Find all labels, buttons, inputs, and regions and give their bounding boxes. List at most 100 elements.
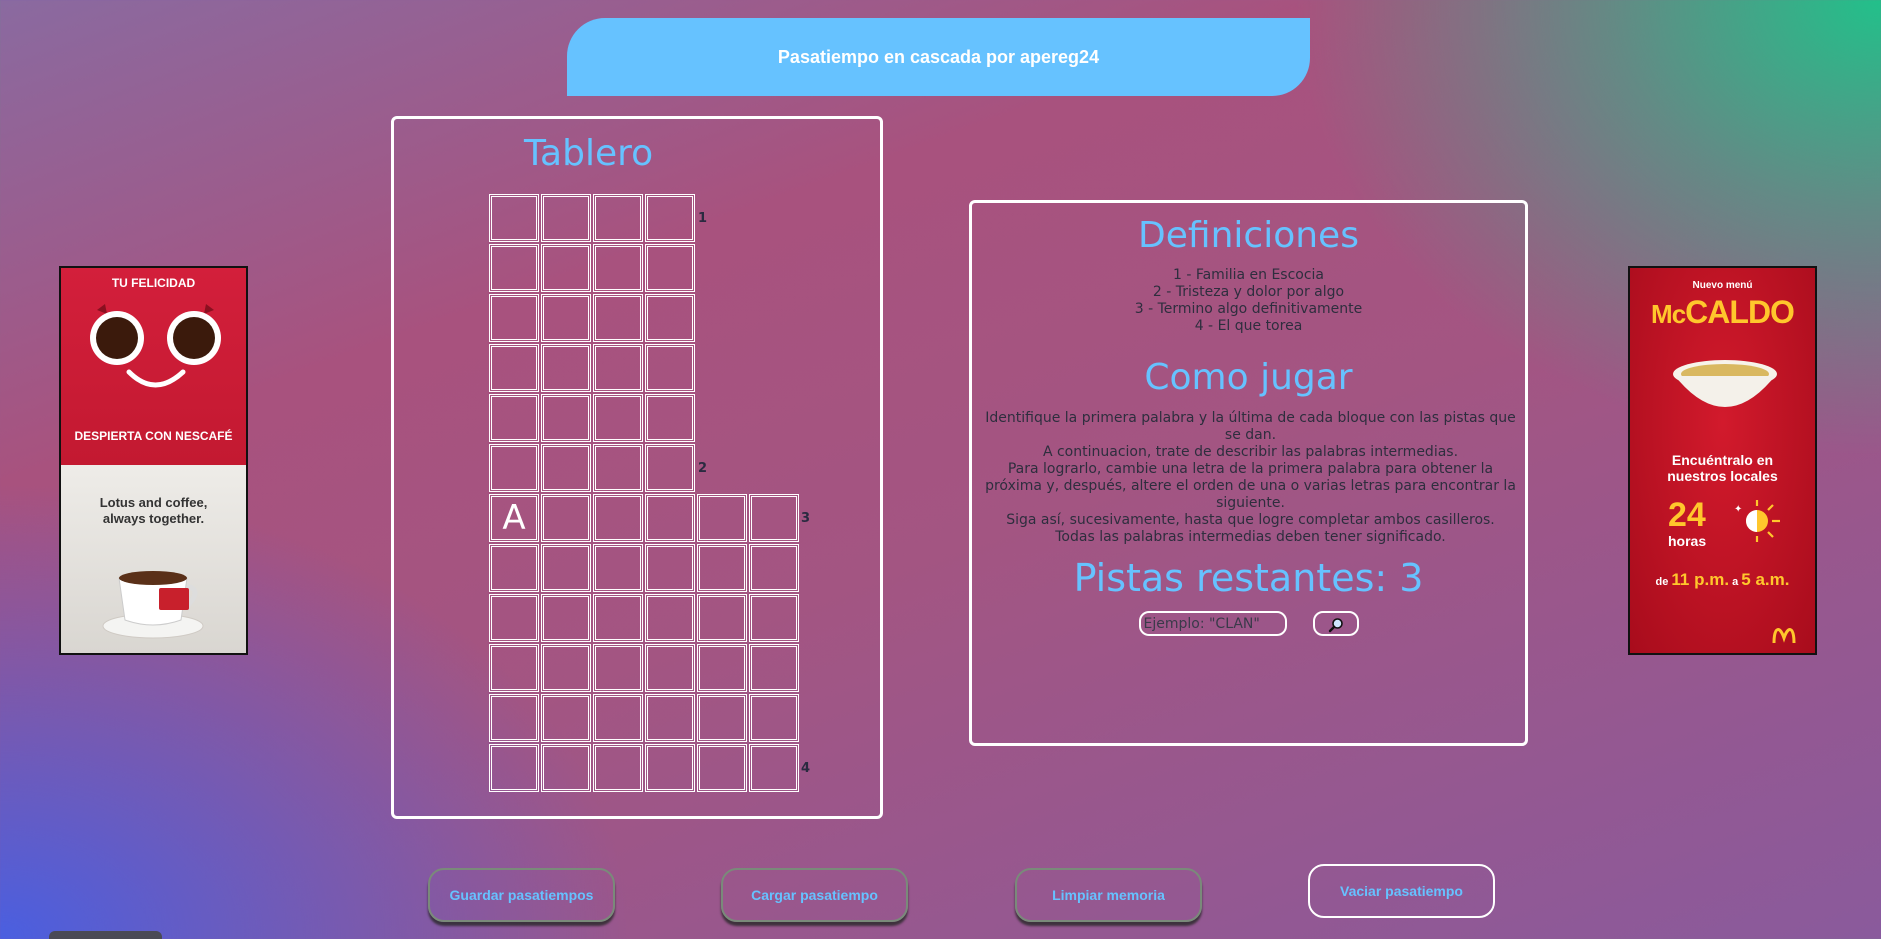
board-cell[interactable] [645,344,695,392]
ad-time-start: 11 p.m. [1671,570,1730,589]
hints-remaining: Pistas restantes: 3 [1073,556,1424,600]
board-cell[interactable] [593,444,643,492]
board-cell[interactable] [593,594,643,642]
board-cell[interactable] [645,194,695,242]
board-cell[interactable] [541,544,591,592]
coffee-cup-icon [102,571,204,639]
board-cell[interactable] [645,394,695,442]
board-cell[interactable] [593,544,643,592]
clear-memory-button[interactable]: Limpiar memoria [1015,868,1202,922]
board-cell[interactable] [489,294,539,342]
ad-brand: McCALDO [1630,294,1815,331]
definition-item: 3 - Termino algo definitivamente [1134,301,1363,317]
row-number-2: 2 [698,461,708,476]
board-cell[interactable] [541,294,591,342]
board-cell[interactable] [645,644,695,692]
board-cell[interactable] [749,494,799,542]
board-cell[interactable] [697,694,747,742]
row-number-3: 3 [801,511,811,526]
board-cell[interactable] [489,544,539,592]
row-number-4: 4 [801,761,811,776]
board-cell[interactable] [645,444,695,492]
board-cell[interactable] [489,594,539,642]
board-cell[interactable] [541,644,591,692]
board-cell[interactable] [749,744,799,792]
board-cell[interactable] [593,744,643,792]
board-cell[interactable] [593,344,643,392]
board-cell[interactable]: A [489,494,539,542]
instruction-line: Para lograrlo, cambie una letra de la pr… [985,461,1516,511]
board-cell[interactable] [541,744,591,792]
board-cell[interactable] [697,744,747,792]
bottom-tab-handle[interactable] [49,931,162,939]
coffee-smiley-icon [90,304,221,388]
definitions-title: Definiciones [1138,215,1359,256]
board-cell[interactable] [541,344,591,392]
board-cell[interactable] [541,194,591,242]
board-panel: Tablero A 1 2 3 4 [391,116,883,819]
board-cell[interactable] [541,694,591,742]
board-cell[interactable] [645,494,695,542]
board-cell[interactable] [645,294,695,342]
ad-brand-mc: Mc [1651,299,1686,329]
hint-input[interactable] [1138,611,1287,636]
board-cell[interactable] [489,344,539,392]
ad-time-a: a [1732,576,1739,588]
app-title: Pasatiempo en cascada por apereg24 [777,46,1100,67]
board-cell[interactable] [749,644,799,692]
board-cell[interactable] [697,494,747,542]
board-cell[interactable] [541,494,591,542]
nescafe-ad[interactable]: TU FELICIDAD DESPIERTA CON NESCAFÉ Lotus… [59,266,248,655]
board-cell[interactable] [593,644,643,692]
instruction-line: Siga así, sucesivamente, hasta que logre… [1006,512,1495,528]
board-cell[interactable] [645,594,695,642]
soup-bowl-icon [1673,360,1777,407]
definition-item: 1 - Familia en Escocia [1172,267,1325,283]
ad-tagline: DESPIERTA CON NESCAFÉ [74,429,233,443]
board-cell[interactable] [489,394,539,442]
board-cell[interactable] [645,694,695,742]
ad-find-1: Encuéntralo en [1671,452,1774,468]
ad-brand-caldo: CALDO [1685,294,1795,330]
board-cell[interactable] [593,494,643,542]
empty-button[interactable]: Vaciar pasatiempo [1308,864,1495,918]
magnifier-icon [1328,617,1343,632]
board-cell[interactable] [489,244,539,292]
instruction-line: Todas las palabras intermedias deben ten… [1055,529,1446,545]
board-cell[interactable] [593,194,643,242]
load-button[interactable]: Cargar pasatiempo [721,868,908,922]
definitions-list: 1 - Familia en Escocia 2 - Tristeza y do… [972,267,1525,335]
board-cell[interactable] [489,194,539,242]
board-cell[interactable] [749,594,799,642]
board-cell[interactable] [489,444,539,492]
hint-search-button[interactable] [1312,611,1359,636]
hint-row [972,611,1525,636]
board-cell[interactable] [541,594,591,642]
board-cell[interactable] [593,394,643,442]
board-cell[interactable] [541,444,591,492]
save-button[interactable]: Guardar pasatiempos [428,868,615,922]
board-cell[interactable] [489,744,539,792]
board-cell[interactable] [593,294,643,342]
board-cell[interactable] [645,544,695,592]
board-cell[interactable] [593,244,643,292]
board-cell[interactable] [489,644,539,692]
board-cell[interactable] [645,244,695,292]
board-cell[interactable] [697,544,747,592]
board-cell[interactable] [697,594,747,642]
board-cell[interactable] [697,644,747,692]
board-cell[interactable] [749,544,799,592]
board-cell[interactable] [489,694,539,742]
board-cell[interactable] [593,694,643,742]
board-title: Tablero [524,133,654,174]
ad-line-1: Lotus and coffee, [99,495,208,510]
board-cell[interactable] [541,244,591,292]
ad-find-2: nuestros locales [1667,468,1778,484]
svg-text:✦: ✦ [1734,504,1742,515]
board-cell[interactable] [541,394,591,442]
board-cell[interactable] [749,694,799,742]
mccaldo-ad[interactable]: Nuevo menú McCALDO Encuéntralo en nuestr… [1628,266,1817,655]
instruction-line: A continuacion, trate de describir las p… [1042,444,1459,460]
ad-line-2: always together. [102,511,205,526]
board-cell[interactable] [645,744,695,792]
